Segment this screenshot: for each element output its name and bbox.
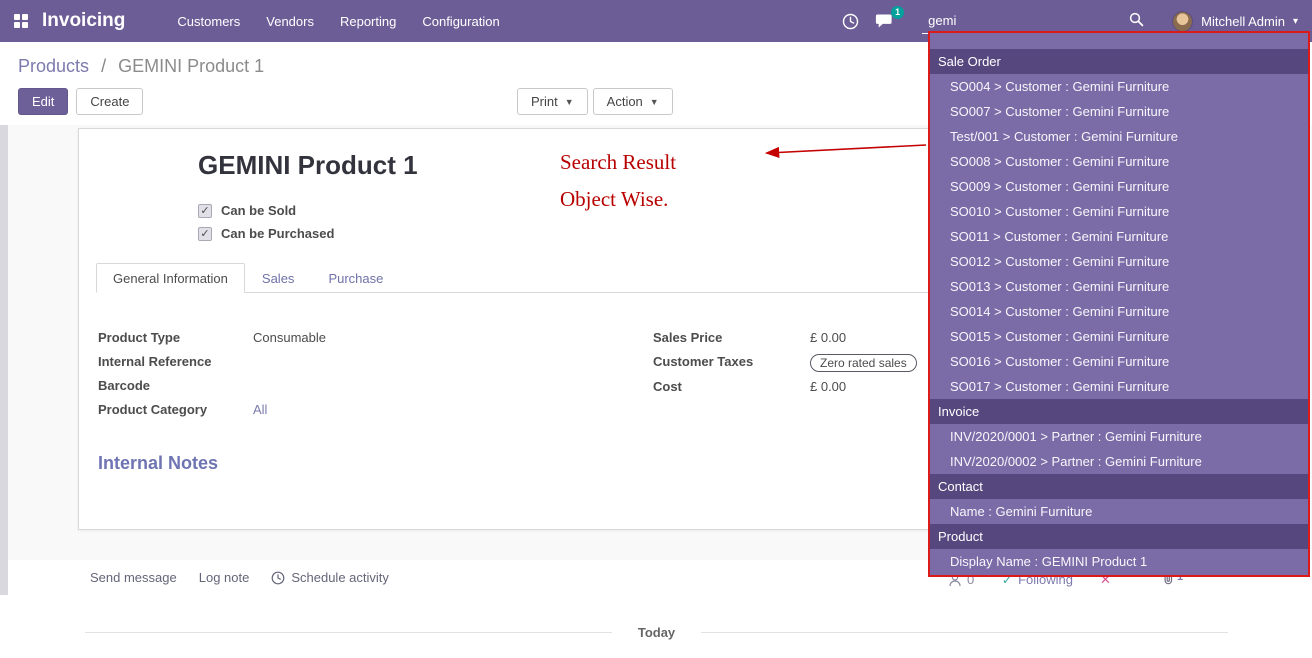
field-row-internal-reference: Internal Reference xyxy=(98,354,528,371)
tab-sales[interactable]: Sales xyxy=(245,263,312,293)
search-input[interactable] xyxy=(922,13,1129,28)
field-row-cost: Cost£ 0.00 xyxy=(653,379,943,396)
search-result-item[interactable]: SO012 > Customer : Gemini Furniture xyxy=(930,249,1308,274)
right-field-column: Sales Price£ 0.00Customer TaxesZero rate… xyxy=(653,330,943,403)
send-message-button[interactable]: Send message xyxy=(90,570,177,585)
chevron-down-icon: ▾ xyxy=(1293,16,1298,27)
activities-clock-icon[interactable] xyxy=(842,13,859,30)
breadcrumb-parent-link[interactable]: Products xyxy=(18,56,89,76)
messages-badge: 1 xyxy=(891,6,904,19)
nav-menu-reporting[interactable]: Reporting xyxy=(340,14,396,29)
search-result-item[interactable]: SO008 > Customer : Gemini Furniture xyxy=(930,149,1308,174)
field-value: £ 0.00 xyxy=(810,379,846,394)
chevron-down-icon: ▼ xyxy=(565,97,574,107)
product-flags: ✓ Can be Sold ✓ Can be Purchased xyxy=(198,203,334,249)
search-result-item[interactable]: SO014 > Customer : Gemini Furniture xyxy=(930,299,1308,324)
search-result-item[interactable]: SO009 > Customer : Gemini Furniture xyxy=(930,174,1308,199)
field-label: Product Category xyxy=(98,402,253,417)
checkbox-label: Can be Purchased xyxy=(221,226,334,241)
print-button[interactable]: Print▼ xyxy=(517,88,588,115)
messages-icon[interactable]: 1 xyxy=(875,13,894,30)
field-value: Zero rated sales xyxy=(810,354,917,372)
search-result-item[interactable]: Display Name : GEMINI Product 1 xyxy=(930,549,1308,574)
user-name: Mitchell Admin xyxy=(1201,14,1285,29)
nav-menu-customers[interactable]: Customers xyxy=(177,14,240,29)
apps-menu-icon[interactable] xyxy=(14,14,28,28)
log-note-button[interactable]: Log note xyxy=(199,570,250,585)
navbar-menu: Customers Vendors Reporting Configuration xyxy=(177,14,499,29)
search-result-item[interactable]: SO010 > Customer : Gemini Furniture xyxy=(930,199,1308,224)
checkbox-can-be-sold[interactable]: ✓ xyxy=(198,204,212,218)
search-result-item[interactable]: INV/2020/0002 > Partner : Gemini Furnitu… xyxy=(930,449,1308,474)
print-action-buttons: Print▼ Action▼ xyxy=(517,88,673,115)
field-label: Internal Reference xyxy=(98,354,253,369)
edit-button[interactable]: Edit xyxy=(18,88,68,115)
app-title[interactable]: Invoicing xyxy=(42,10,125,32)
chevron-down-icon: ▼ xyxy=(650,97,659,107)
invoicing-app-screen: Invoicing Customers Vendors Reporting Confi… xyxy=(0,0,1312,658)
search-result-item[interactable]: SO007 > Customer : Gemini Furniture xyxy=(930,99,1308,124)
search-result-item[interactable]: SO016 > Customer : Gemini Furniture xyxy=(930,349,1308,374)
field-value[interactable]: All xyxy=(253,402,267,417)
field-row-sales-price: Sales Price£ 0.00 xyxy=(653,330,943,347)
checkbox-label: Can be Sold xyxy=(221,203,296,218)
annotation-arrow xyxy=(752,136,932,164)
field-value: £ 0.00 xyxy=(810,330,846,345)
search-category-invoice: Invoice xyxy=(930,399,1308,424)
annotation-text: Search Result Object Wise. xyxy=(560,144,676,218)
user-avatar xyxy=(1172,11,1193,32)
search-result-item[interactable]: SO015 > Customer : Gemini Furniture xyxy=(930,324,1308,349)
field-value: Consumable xyxy=(253,330,326,345)
nav-menu-vendors[interactable]: Vendors xyxy=(266,14,314,29)
search-results-dropdown: Sale OrderSO004 > Customer : Gemini Furn… xyxy=(928,31,1310,577)
record-action-buttons: Edit Create xyxy=(18,88,143,115)
field-row-barcode: Barcode xyxy=(98,378,528,395)
left-field-column: Product TypeConsumableInternal Reference… xyxy=(98,330,528,426)
left-scroll-strip[interactable] xyxy=(0,125,8,595)
internal-notes-heading: Internal Notes xyxy=(98,453,218,474)
search-result-item[interactable]: SO013 > Customer : Gemini Furniture xyxy=(930,274,1308,299)
tab-purchase[interactable]: Purchase xyxy=(311,263,400,293)
action-button[interactable]: Action▼ xyxy=(593,88,673,115)
field-label: Sales Price xyxy=(653,330,810,345)
search-result-item[interactable]: INV/2020/0001 > Partner : Gemini Furnitu… xyxy=(930,424,1308,449)
today-label: Today xyxy=(638,625,675,640)
annotation-line2: Object Wise. xyxy=(560,181,676,218)
annotation-line1: Search Result xyxy=(560,144,676,181)
field-label: Customer Taxes xyxy=(653,354,810,369)
schedule-activity-button[interactable]: Schedule activity xyxy=(271,570,389,585)
search-category-sale-order: Sale Order xyxy=(930,49,1308,74)
breadcrumb-separator: / xyxy=(101,56,106,76)
search-result-item[interactable]: Test/001 > Customer : Gemini Furniture xyxy=(930,124,1308,149)
field-row-customer-taxes: Customer TaxesZero rated sales xyxy=(653,354,943,372)
search-result-item[interactable]: Name : Gemini Furniture xyxy=(930,499,1308,524)
checkbox-row: ✓ Can be Purchased xyxy=(198,226,334,241)
search-result-item[interactable]: SO011 > Customer : Gemini Furniture xyxy=(930,224,1308,249)
search-result-item[interactable]: SO004 > Customer : Gemini Furniture xyxy=(930,74,1308,99)
tab-general-information[interactable]: General Information xyxy=(96,263,245,293)
search-icon[interactable] xyxy=(1129,12,1144,30)
field-label: Barcode xyxy=(98,378,253,393)
checkbox-row: ✓ Can be Sold xyxy=(198,203,334,218)
field-label: Product Type xyxy=(98,330,253,345)
search-category-contact: Contact xyxy=(930,474,1308,499)
search-category-product: Product xyxy=(930,524,1308,549)
search-result-item[interactable]: SO017 > Customer : Gemini Furniture xyxy=(930,374,1308,399)
today-divider: Today xyxy=(85,625,1228,640)
user-menu[interactable]: Mitchell Admin ▾ xyxy=(1172,11,1298,32)
create-button[interactable]: Create xyxy=(76,88,143,115)
field-label: Cost xyxy=(653,379,810,394)
breadcrumb-current: GEMINI Product 1 xyxy=(118,56,264,76)
field-row-product-category: Product CategoryAll xyxy=(98,402,528,419)
nav-menu-configuration[interactable]: Configuration xyxy=(422,14,499,29)
checkbox-can-be-purchased[interactable]: ✓ xyxy=(198,227,212,241)
chatter-actions: Send message Log note Schedule activity xyxy=(90,570,389,585)
breadcrumb: Products / GEMINI Product 1 xyxy=(18,56,264,77)
product-title: GEMINI Product 1 xyxy=(198,150,418,181)
clock-icon xyxy=(271,571,285,585)
field-row-product-type: Product TypeConsumable xyxy=(98,330,528,347)
